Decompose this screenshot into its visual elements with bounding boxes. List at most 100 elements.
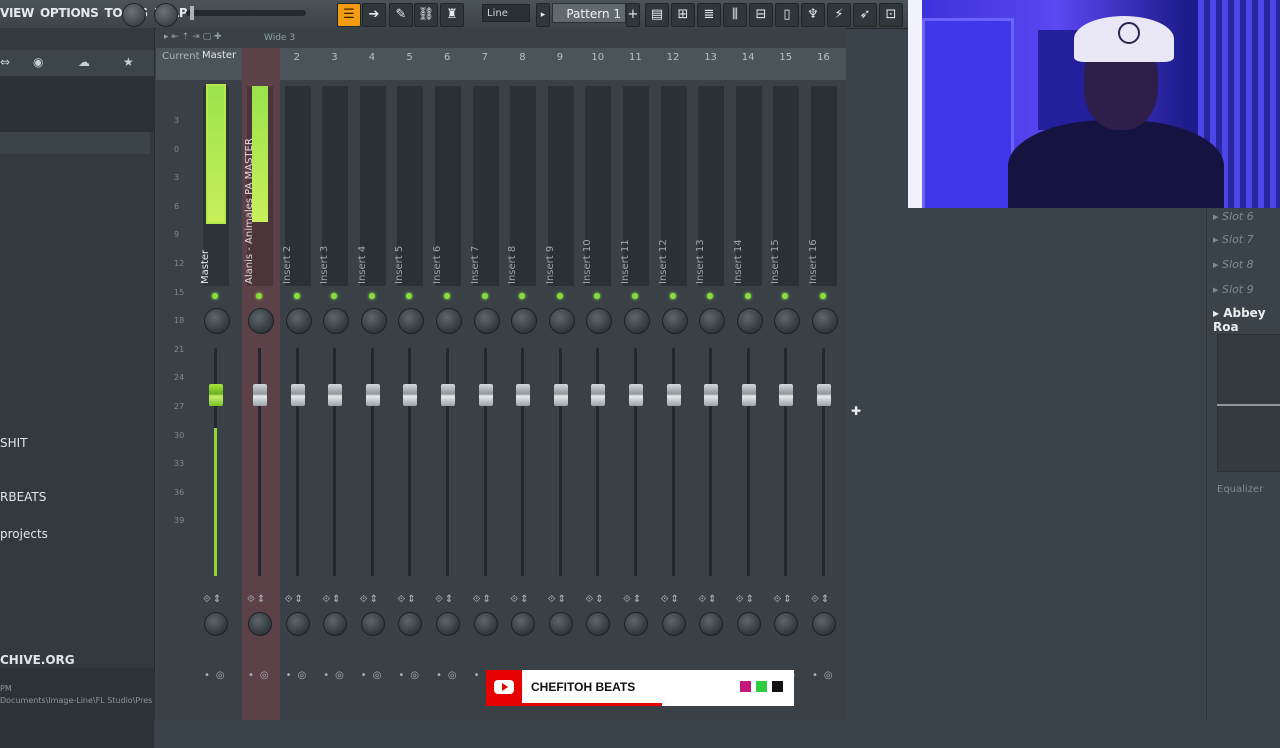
- stereo-knob[interactable]: [548, 612, 573, 636]
- volume-fader[interactable]: [365, 384, 380, 406]
- stereo-knob[interactable]: [473, 612, 498, 636]
- pan-knob[interactable]: [398, 308, 425, 334]
- volume-fader[interactable]: [209, 384, 223, 406]
- eq-graph[interactable]: [1217, 334, 1280, 472]
- tempo-icon[interactable]: ⚡: [827, 3, 851, 27]
- stereo-arrows-icon[interactable]: ⟐⇕: [661, 594, 681, 605]
- strip-name[interactable]: Insert 2: [282, 246, 293, 284]
- mixer-strip-insert-4[interactable]: Insert 4 ⟐⇕ •◎: [355, 80, 391, 720]
- mixer-strip-master[interactable]: Master ⟐⇕ •◎: [198, 80, 234, 720]
- pan-knob[interactable]: [323, 308, 350, 334]
- link-icon[interactable]: ⛓: [414, 3, 438, 27]
- route-icon[interactable]: •◎: [248, 670, 275, 681]
- volume-fader[interactable]: [328, 384, 343, 406]
- enable-led-icon[interactable]: [444, 293, 450, 299]
- browser-arrows-icon[interactable]: ⇔: [0, 55, 10, 69]
- stereo-knob[interactable]: [624, 612, 648, 636]
- stereo-arrows-icon[interactable]: ⟐⇕: [247, 594, 267, 605]
- route-icon[interactable]: •◎: [323, 670, 350, 681]
- stereo-arrows-icon[interactable]: ⟐⇕: [435, 594, 455, 605]
- master-label[interactable]: Master: [202, 50, 236, 61]
- route-icon[interactable]: •◎: [286, 670, 313, 681]
- pencil-icon[interactable]: ♆: [801, 3, 825, 27]
- strip-name[interactable]: Insert 14: [733, 239, 744, 284]
- slider-thumb[interactable]: [190, 6, 194, 20]
- enable-led-icon[interactable]: [368, 293, 375, 299]
- mixer-strip-insert-14[interactable]: Insert 14⟐⇕•◎: [731, 80, 767, 720]
- stereo-arrows-icon[interactable]: ⟐⇕: [360, 594, 380, 605]
- piano-roll-icon[interactable]: ⫼: [723, 3, 747, 27]
- pattern-select[interactable]: Pattern 1: [552, 3, 626, 23]
- menu-options[interactable]: OPTIONS: [40, 6, 99, 20]
- route-icon[interactable]: •◎: [436, 670, 463, 681]
- enable-led-icon[interactable]: [669, 293, 676, 299]
- stereo-knob[interactable]: [360, 612, 385, 636]
- volume-fader[interactable]: [516, 384, 531, 406]
- strip-name[interactable]: Insert 6: [432, 246, 443, 284]
- brush-icon[interactable]: ✎: [389, 3, 413, 27]
- pan-knob[interactable]: [473, 308, 500, 334]
- cart-icon[interactable]: ➶: [853, 3, 877, 27]
- stereo-knob[interactable]: [204, 612, 228, 636]
- strip-name[interactable]: Insert 16: [808, 239, 819, 284]
- fx-preset[interactable]: ▸ Abbey Roa: [1213, 306, 1280, 334]
- stereo-arrows-icon[interactable]: ⟐⇕: [473, 594, 493, 605]
- strip-name[interactable]: Insert 4: [357, 246, 368, 284]
- current-label[interactable]: Current: [162, 51, 200, 62]
- strip-name[interactable]: Insert 7: [470, 246, 481, 284]
- mixer-strip-insert-6[interactable]: Insert 6 ⟐⇕ •◎: [430, 80, 466, 720]
- browser-item[interactable]: CHIVE.ORG: [0, 653, 75, 667]
- plugin-icon[interactable]: ▯: [775, 3, 799, 27]
- stereo-knob[interactable]: [398, 612, 423, 636]
- strip-name[interactable]: Alanis - Animales PA MASTER: [244, 138, 255, 284]
- strip-name[interactable]: Insert 11: [620, 239, 631, 284]
- volume-fader[interactable]: [553, 384, 568, 406]
- mixer-strip-insert-9[interactable]: Insert 9⟐⇕•◎: [543, 80, 579, 720]
- arrow-right-icon[interactable]: ➔: [362, 3, 386, 27]
- mixer-strip-insert-3[interactable]: Insert 3 ⟐⇕ •◎: [317, 80, 353, 720]
- enable-led-icon[interactable]: [782, 293, 789, 299]
- playlist-icon[interactable]: ☰: [337, 3, 361, 27]
- stereo-knob[interactable]: [323, 612, 348, 636]
- volume-fader[interactable]: [629, 384, 643, 406]
- stereo-knob[interactable]: [812, 612, 836, 636]
- menu-view[interactable]: VIEW: [0, 6, 34, 20]
- stereo-knob[interactable]: [436, 612, 460, 636]
- stereo-arrows-icon[interactable]: ⟐⇕: [203, 594, 223, 605]
- browser-item[interactable]: projects: [0, 527, 48, 541]
- add-pattern-button[interactable]: +: [626, 3, 640, 27]
- volume-fader[interactable]: [591, 384, 606, 406]
- stereo-knob[interactable]: [661, 612, 686, 636]
- stereo-knob[interactable]: [736, 612, 761, 636]
- stereo-arrows-icon[interactable]: ⟐⇕: [322, 594, 342, 605]
- volume-fader[interactable]: [741, 384, 756, 406]
- enable-led-icon[interactable]: [632, 293, 638, 299]
- volume-fader[interactable]: [403, 384, 418, 406]
- volume-fader[interactable]: [817, 384, 831, 406]
- pan-knob[interactable]: [586, 308, 613, 334]
- mixer-strip-insert-16[interactable]: Insert 16 ⟐⇕ •◎: [806, 80, 842, 720]
- stereo-knob[interactable]: [511, 612, 536, 636]
- mixer-strip-insert-1[interactable]: Alanis - Animales PA MASTER ⟐⇕ •◎: [242, 48, 280, 720]
- fx-slot[interactable]: ▸ Slot 9: [1213, 283, 1254, 296]
- pattern-prev-icon[interactable]: ▸: [536, 3, 550, 27]
- volume-fader[interactable]: [478, 384, 493, 406]
- pan-knob[interactable]: [736, 308, 763, 334]
- enable-led-icon[interactable]: [212, 293, 218, 299]
- enable-led-icon[interactable]: [256, 293, 262, 299]
- pan-knob[interactable]: [774, 308, 801, 334]
- enable-led-icon[interactable]: [707, 293, 714, 299]
- route-icon[interactable]: •◎: [398, 670, 425, 681]
- mixer-nav-icon[interactable]: ▸ ⇤ ⇡ ⇥ ▢ ✚: [164, 32, 222, 42]
- enable-led-icon[interactable]: [594, 293, 601, 299]
- browser-globe-icon[interactable]: ◉: [33, 55, 43, 69]
- pan-knob[interactable]: [360, 308, 387, 334]
- stereo-arrows-icon[interactable]: ⟐⇕: [397, 594, 417, 605]
- mixer-strip-insert-5[interactable]: Insert 5 ⟐⇕ •◎: [392, 80, 428, 720]
- browser-cloud-icon[interactable]: ☁: [78, 55, 90, 69]
- stereo-arrows-icon[interactable]: ⟐⇕: [698, 594, 718, 605]
- master-volume-knob[interactable]: [154, 3, 178, 27]
- stereo-knob[interactable]: [285, 612, 310, 636]
- browser-item[interactable]: SHIT: [0, 436, 28, 450]
- volume-fader[interactable]: [704, 384, 719, 406]
